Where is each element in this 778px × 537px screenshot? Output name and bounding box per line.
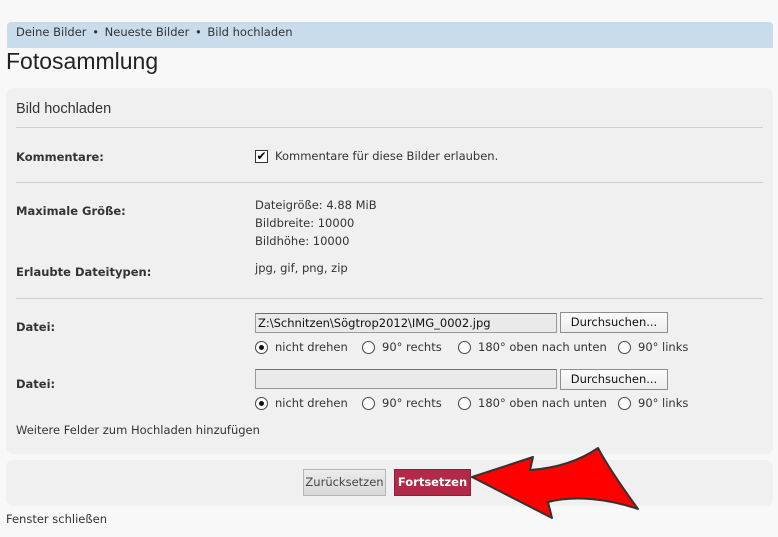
file-2-label: Datei: bbox=[16, 377, 56, 391]
file-types-value: jpg, gif, png, zip bbox=[255, 261, 348, 275]
rotation-option-label: 90° links bbox=[638, 396, 689, 410]
reset-button[interactable]: Zurücksetzen bbox=[303, 469, 386, 496]
page-title: Fotosammlung bbox=[6, 48, 159, 74]
breadcrumb-separator: • bbox=[194, 25, 202, 39]
continue-button[interactable]: Fortsetzen bbox=[394, 469, 471, 496]
radio-button[interactable] bbox=[458, 341, 471, 354]
max-file-size: Dateigröße: 4.88 MiB bbox=[255, 198, 377, 212]
file-1-path-field[interactable]: Z:\Schnitzen\Sögtrop2012\IMG_0002.jpg bbox=[255, 313, 557, 333]
rotation-option-label: 90° links bbox=[638, 340, 689, 354]
radio-button[interactable] bbox=[255, 397, 268, 410]
comments-checkbox-label[interactable]: Kommentare für diese Bilder erlauben. bbox=[275, 147, 498, 165]
radio-button[interactable] bbox=[618, 341, 631, 354]
upload-panel: Bild hochladen Kommentare: ✔ Kommentare … bbox=[6, 88, 773, 454]
add-more-fields-link[interactable]: Weitere Felder zum Hochladen hinzufügen bbox=[16, 423, 260, 437]
file-2-browse-button[interactable]: Durchsuchen... bbox=[560, 369, 668, 390]
breadcrumb-item-my-pictures[interactable]: Deine Bilder bbox=[16, 25, 87, 39]
comments-checkbox[interactable]: ✔ bbox=[255, 150, 268, 163]
file-1-label: Datei: bbox=[16, 320, 56, 334]
close-window-link[interactable]: Fenster schließen bbox=[6, 512, 107, 526]
max-size-label: Maximale Größe: bbox=[16, 204, 126, 218]
file-1-browse-button[interactable]: Durchsuchen... bbox=[560, 312, 668, 333]
comments-label: Kommentare: bbox=[16, 150, 104, 164]
rotation-option-label: nicht drehen bbox=[275, 396, 348, 410]
red-arrow-icon bbox=[471, 447, 639, 519]
form-actions: Zurücksetzen Fortsetzen bbox=[6, 460, 773, 506]
file-2-path-field[interactable] bbox=[255, 369, 557, 389]
rotation-option-label: 180° oben nach unten bbox=[478, 396, 607, 410]
panel-title: Bild hochladen bbox=[16, 101, 112, 117]
radio-button[interactable] bbox=[618, 397, 631, 410]
file-types-label: Erlaubte Dateitypen: bbox=[16, 265, 152, 279]
max-image-width: Bildbreite: 10000 bbox=[255, 216, 355, 230]
rotation-option-label: 180° oben nach unten bbox=[478, 340, 607, 354]
radio-button[interactable] bbox=[255, 341, 268, 354]
radio-button[interactable] bbox=[458, 397, 471, 410]
max-image-height: Bildhöhe: 10000 bbox=[255, 234, 350, 248]
breadcrumb-item-upload-picture[interactable]: Bild hochladen bbox=[207, 25, 292, 39]
rotation-option-label: 90° rechts bbox=[382, 396, 442, 410]
radio-button[interactable] bbox=[362, 341, 375, 354]
rotation-option-label: nicht drehen bbox=[275, 340, 348, 354]
breadcrumb-separator: • bbox=[92, 25, 99, 39]
divider bbox=[16, 127, 763, 128]
rotation-option-label: 90° rechts bbox=[382, 340, 442, 354]
radio-button[interactable] bbox=[362, 397, 375, 410]
breadcrumb: Deine Bilder • Neueste Bilder • Bild hoc… bbox=[7, 22, 773, 48]
divider bbox=[16, 298, 763, 299]
divider bbox=[16, 182, 763, 183]
breadcrumb-item-newest-pictures[interactable]: Neueste Bilder bbox=[105, 25, 190, 39]
